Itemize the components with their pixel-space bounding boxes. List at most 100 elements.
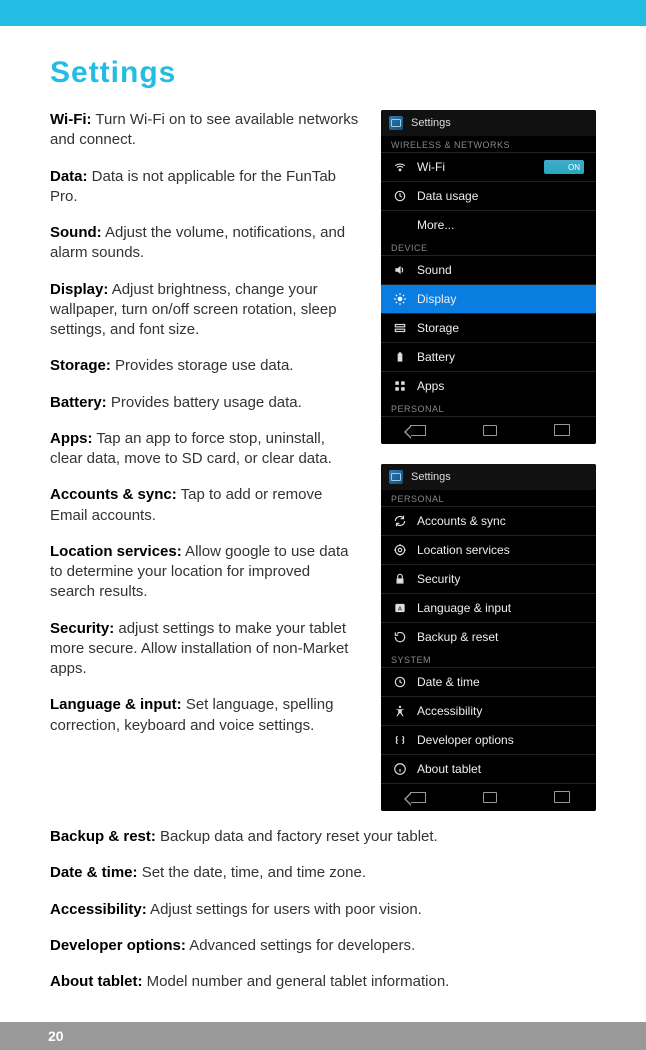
settings-row-developer-options[interactable]: Developer options	[381, 725, 596, 754]
definition-term: Display:	[50, 281, 108, 298]
definition-term: About tablet:	[50, 973, 142, 990]
definitions-column: Wi-Fi: Turn Wi-Fi on to see available ne…	[50, 110, 359, 811]
definition-desc: Provides battery usage data.	[107, 394, 302, 411]
settings-icon	[389, 116, 403, 130]
definition-term: Accounts & sync:	[50, 486, 177, 503]
android-navbar	[381, 783, 596, 811]
nav-home-icon[interactable]	[483, 425, 497, 436]
settings-row-storage[interactable]: Storage	[381, 313, 596, 342]
settings-row-about-tablet[interactable]: About tablet	[381, 754, 596, 783]
screenshot-settings-device: Settings WIRELESS & NETWORKS Wi-Fi ON Data…	[381, 110, 596, 444]
apps-icon	[393, 379, 407, 393]
screenshot-settings-personal: Settings PERSONAL Accounts & syncLocatio…	[381, 464, 596, 811]
nav-back-icon[interactable]	[410, 792, 426, 803]
nav-back-icon[interactable]	[410, 425, 426, 436]
definition-desc: Data is not applicable for the FunTab Pr…	[50, 168, 336, 205]
android-header: Settings	[381, 110, 596, 136]
settings-row-battery[interactable]: Battery	[381, 342, 596, 371]
android-navbar	[381, 416, 596, 444]
definition-desc: Model number and general tablet informat…	[142, 973, 449, 990]
definitions-below: Backup & rest: Backup data and factory r…	[50, 827, 596, 992]
row-label: Storage	[417, 321, 459, 335]
row-label: Date & time	[417, 675, 480, 689]
settings-row-security[interactable]: Security	[381, 564, 596, 593]
definition-term: Backup & rest:	[50, 828, 156, 845]
definition-desc: Tap an app to force stop, uninstall, cle…	[50, 430, 332, 467]
row-label: Battery	[417, 350, 455, 364]
definition-item: Backup & rest: Backup data and factory r…	[50, 827, 596, 847]
section-personal: PERSONAL	[381, 490, 596, 506]
settings-row-wi-fi[interactable]: Wi-Fi ON	[381, 152, 596, 181]
header-title: Settings	[411, 117, 451, 129]
page-number: 20	[48, 1028, 64, 1044]
battery-icon	[393, 350, 407, 364]
nav-recent-icon[interactable]	[554, 426, 568, 436]
svg-text:A: A	[398, 606, 402, 612]
blank-icon	[393, 218, 407, 232]
section-wireless: WIRELESS & NETWORKS	[381, 136, 596, 152]
settings-row-more-[interactable]: More...	[381, 210, 596, 239]
sound-icon	[393, 263, 407, 277]
definition-desc: Turn Wi-Fi on to see available networks …	[50, 111, 358, 148]
row-label: About tablet	[417, 762, 481, 776]
dev-icon	[393, 733, 407, 747]
accessibility-icon	[393, 704, 407, 718]
settings-row-language-input[interactable]: A Language & input	[381, 593, 596, 622]
definition-item: Accounts & sync: Tap to add or remove Em…	[50, 485, 359, 526]
row-label: Data usage	[417, 189, 478, 203]
android-header: Settings	[381, 464, 596, 490]
settings-row-accounts-sync[interactable]: Accounts & sync	[381, 506, 596, 535]
definition-desc: Adjust settings for users with poor visi…	[147, 901, 422, 918]
settings-row-display[interactable]: Display	[381, 284, 596, 313]
settings-row-apps[interactable]: Apps	[381, 371, 596, 400]
definition-term: Sound:	[50, 224, 102, 241]
settings-row-backup-reset[interactable]: Backup & reset	[381, 622, 596, 651]
definition-desc: Advanced settings for developers.	[186, 937, 415, 954]
definition-term: Accessibility:	[50, 901, 147, 918]
language-icon: A	[393, 601, 407, 615]
settings-row-accessibility[interactable]: Accessibility	[381, 696, 596, 725]
storage-icon	[393, 321, 407, 335]
settings-row-location-services[interactable]: Location services	[381, 535, 596, 564]
definition-item: Developer options: Advanced settings for…	[50, 936, 596, 956]
nav-recent-icon[interactable]	[554, 793, 568, 803]
row-label: Backup & reset	[417, 630, 498, 644]
definition-item: Storage: Provides storage use data.	[50, 356, 359, 376]
definition-term: Apps:	[50, 430, 93, 447]
settings-row-sound[interactable]: Sound	[381, 255, 596, 284]
sync-icon	[393, 514, 407, 528]
settings-row-data-usage[interactable]: Data usage	[381, 181, 596, 210]
definition-desc: Set the date, time, and time zone.	[138, 864, 366, 881]
section-system: SYSTEM	[381, 651, 596, 667]
row-label: Apps	[417, 379, 444, 393]
about-icon	[393, 762, 407, 776]
date-icon	[393, 675, 407, 689]
definition-item: Battery: Provides battery usage data.	[50, 393, 359, 413]
row-label: Wi-Fi	[417, 160, 445, 174]
row-label: Language & input	[417, 601, 511, 615]
data-icon	[393, 189, 407, 203]
definition-item: Wi-Fi: Turn Wi-Fi on to see available ne…	[50, 110, 359, 151]
row-label: Developer options	[417, 733, 514, 747]
row-label: Security	[417, 572, 460, 586]
definition-item: Apps: Tap an app to force stop, uninstal…	[50, 429, 359, 470]
definition-term: Date & time:	[50, 864, 138, 881]
nav-home-icon[interactable]	[483, 792, 497, 803]
definition-item: Security: adjust settings to make your t…	[50, 619, 359, 680]
definition-term: Location services:	[50, 543, 182, 560]
definition-term: Developer options:	[50, 937, 186, 954]
definition-item: Display: Adjust brightness, change your …	[50, 280, 359, 341]
definition-term: Data:	[50, 168, 88, 185]
definition-item: Date & time: Set the date, time, and tim…	[50, 863, 596, 883]
row-label: Display	[417, 292, 456, 306]
header-title: Settings	[411, 471, 451, 483]
definition-item: Data: Data is not applicable for the Fun…	[50, 167, 359, 208]
definition-item: Language & input: Set language, spelling…	[50, 695, 359, 736]
top-bar	[0, 0, 646, 26]
settings-row-date-time[interactable]: Date & time	[381, 667, 596, 696]
definition-item: Sound: Adjust the volume, notifications,…	[50, 223, 359, 264]
backup-icon	[393, 630, 407, 644]
page-footer: 20	[0, 1022, 646, 1050]
definition-desc: Backup data and factory reset your table…	[156, 828, 438, 845]
toggle-on[interactable]: ON	[544, 160, 584, 174]
